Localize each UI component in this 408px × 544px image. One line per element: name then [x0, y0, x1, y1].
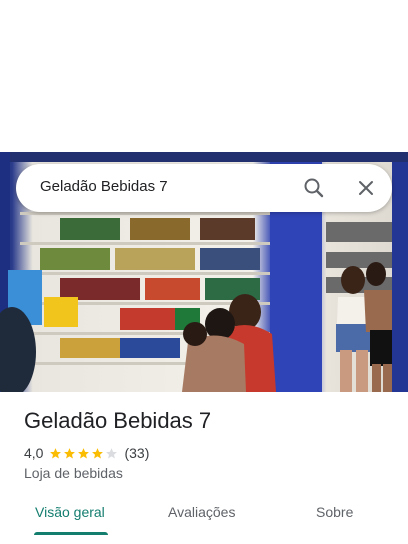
review-count[interactable]: (33) — [124, 445, 149, 461]
rating-stars — [49, 447, 118, 460]
search-bar[interactable]: Geladão Bebidas 7 — [16, 164, 392, 212]
tab-reviews[interactable]: Avaliações — [168, 504, 235, 520]
star-filled-icon — [78, 447, 90, 458]
place-category[interactable]: Loja de bebidas — [24, 465, 123, 481]
close-icon[interactable] — [354, 176, 378, 200]
star-empty-icon — [106, 447, 118, 458]
star-filled-icon — [92, 447, 104, 458]
star-filled-icon — [50, 447, 62, 458]
place-title: Geladão Bebidas 7 — [24, 408, 212, 433]
tab-bar: Visão geral Avaliações Sobre — [0, 494, 408, 536]
tab-about[interactable]: Sobre — [316, 504, 353, 520]
rating-value: 4,0 — [24, 445, 44, 461]
search-input[interactable]: Geladão Bebidas 7 — [40, 178, 168, 195]
map-top-area — [0, 0, 408, 152]
tab-overview[interactable]: Visão geral — [35, 504, 105, 520]
active-tab-indicator — [34, 532, 108, 535]
star-filled-icon — [64, 447, 76, 458]
search-icon[interactable] — [302, 176, 326, 200]
rating-row[interactable]: 4,0 (33) — [24, 444, 149, 462]
